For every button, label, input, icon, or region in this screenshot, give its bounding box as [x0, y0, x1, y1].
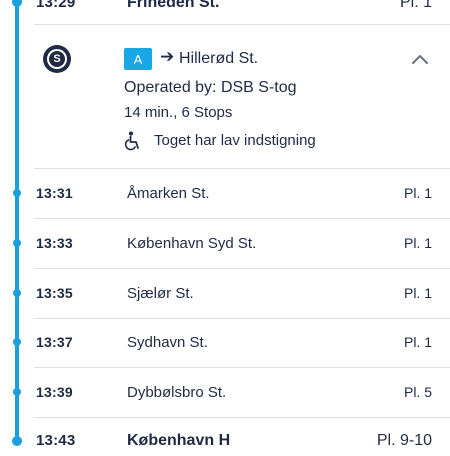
divider — [34, 318, 450, 319]
stop-station: Friheden St. — [127, 0, 220, 11]
final-stop-row[interactable]: 13:43 København H Pl. 9-10 — [0, 432, 450, 456]
divider — [34, 268, 450, 269]
stop-time: 13:37 — [36, 334, 73, 350]
stop-time: 13:35 — [36, 285, 73, 301]
stop-station: Sjælør St. — [127, 285, 194, 302]
stop-time: 13:43 — [36, 432, 76, 449]
direction-label: Hillerød St. — [179, 50, 259, 67]
stop-row[interactable]: 13:35 Sjælør St. Pl. 1 — [0, 285, 450, 309]
leg-detail[interactable]: S A ➔ Hillerød St. Operated by: DSB S-to… — [0, 40, 450, 168]
stop-row[interactable]: 13:31 Åmarken St. Pl. 1 — [0, 185, 450, 209]
stop-platform: Pl. 5 — [403, 384, 432, 400]
divider — [34, 168, 450, 169]
stop-platform: Pl. 1 — [403, 285, 432, 301]
stop-station: Dybbølsbro St. — [127, 384, 227, 401]
stop-time: 13:33 — [36, 235, 73, 251]
divider — [34, 417, 450, 418]
stop-row[interactable]: 13:33 København Syd St. Pl. 1 — [0, 235, 450, 259]
duration-label: 14 min., 6 Stops — [124, 104, 233, 121]
stop-station: Åmarken St. — [127, 185, 210, 202]
divider — [34, 218, 450, 219]
stop-platform: Pl. 1 — [403, 185, 432, 201]
stop-station: København Syd St. — [127, 235, 257, 252]
top-stop-row[interactable]: 13:29 Friheden St. Pl. 1 — [0, 0, 450, 18]
stop-time: 13:29 — [36, 0, 76, 11]
stop-platform: Pl. 1 — [399, 0, 432, 11]
stop-station: København H — [127, 432, 231, 449]
stop-time: 13:39 — [36, 384, 73, 400]
stop-row[interactable]: 13:39 Dybbølsbro St. Pl. 5 — [0, 384, 450, 408]
divider — [34, 367, 450, 368]
stop-platform: Pl. 1 — [403, 334, 432, 350]
wheelchair-icon — [124, 131, 139, 151]
line-badge: A — [124, 48, 152, 70]
s-train-logo-icon: S — [43, 45, 71, 73]
divider — [34, 24, 450, 25]
stop-row[interactable]: 13:37 Sydhavn St. Pl. 1 — [0, 334, 450, 358]
chevron-up-icon[interactable] — [412, 54, 428, 64]
stop-station: Sydhavn St. — [127, 334, 208, 351]
accessibility-label: Toget har lav indstigning — [154, 132, 316, 149]
stop-time: 13:31 — [36, 185, 73, 201]
stop-platform: Pl. 9-10 — [376, 432, 432, 449]
stop-platform: Pl. 1 — [403, 235, 432, 251]
direction-arrow-icon: ➔ — [160, 47, 175, 66]
operator-label: Operated by: DSB S-tog — [124, 79, 297, 96]
